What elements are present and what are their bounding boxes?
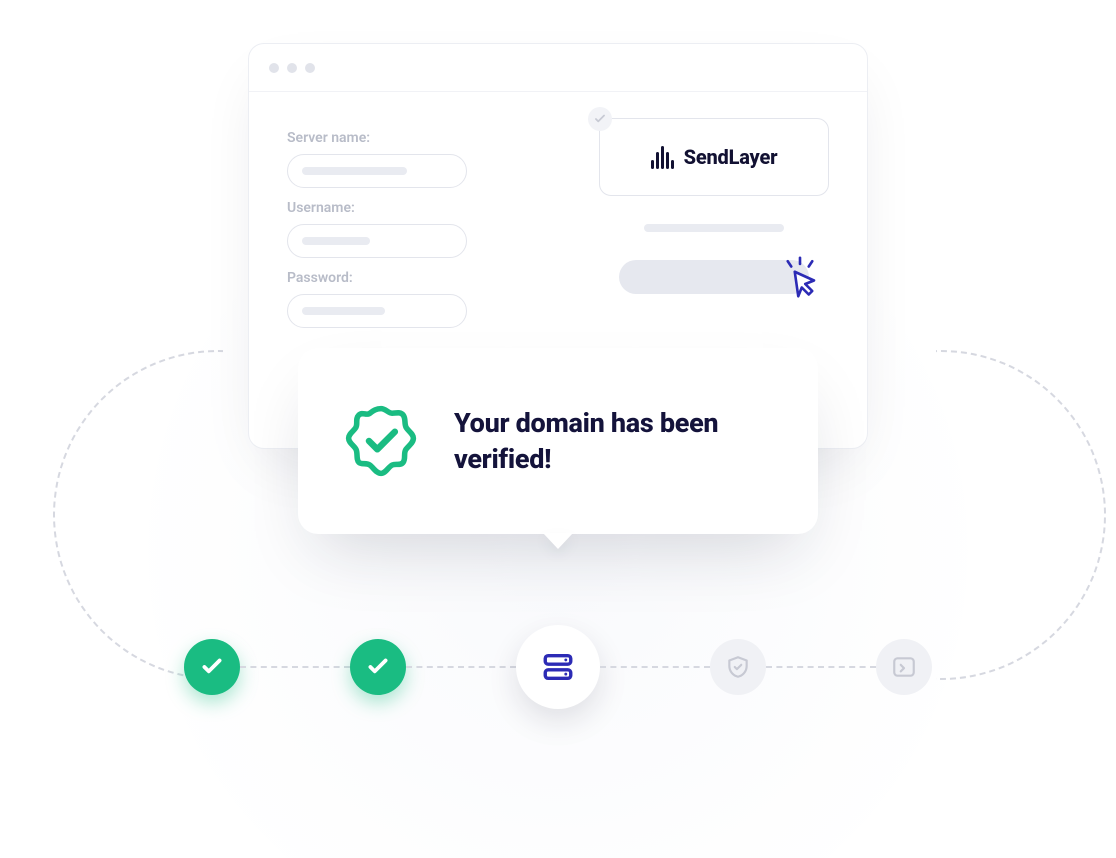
username-label: Username: <box>287 200 555 216</box>
username-input[interactable] <box>287 224 467 258</box>
track-segment <box>240 666 350 668</box>
window-dot <box>287 63 297 73</box>
verification-message: Your domain has been verified! <box>454 405 772 478</box>
placeholder-bar <box>302 237 370 245</box>
shield-check-icon <box>725 654 751 680</box>
verified-badge-icon <box>344 404 418 478</box>
track-segment <box>406 666 516 668</box>
check-badge-icon <box>588 107 612 131</box>
step-2[interactable] <box>350 639 406 695</box>
terminal-icon <box>891 654 917 680</box>
illustration-stage: Server name: Username: Password: SendLay… <box>0 0 1116 858</box>
window-dot <box>305 63 315 73</box>
step-1[interactable] <box>184 639 240 695</box>
server-icon <box>541 650 575 684</box>
server-name-input[interactable] <box>287 154 467 188</box>
progress-track <box>0 625 1116 709</box>
placeholder-bar <box>644 224 784 232</box>
server-name-label: Server name: <box>287 130 555 146</box>
window-dot <box>269 63 279 73</box>
check-icon <box>199 654 225 680</box>
cursor-click-icon <box>779 256 821 298</box>
check-icon <box>365 654 391 680</box>
provider-name: SendLayer <box>684 145 778 169</box>
password-label: Password: <box>287 270 555 286</box>
step-3-current[interactable] <box>516 625 600 709</box>
smtp-form: Server name: Username: Password: <box>287 118 555 328</box>
sendlayer-logo-icon <box>651 146 674 169</box>
browser-title-bar <box>249 44 867 92</box>
provider-column: SendLayer <box>599 118 829 328</box>
placeholder-bar <box>302 167 407 175</box>
step-5[interactable] <box>876 639 932 695</box>
provider-card[interactable]: SendLayer <box>599 118 829 196</box>
track-segment <box>600 666 710 668</box>
password-input[interactable] <box>287 294 467 328</box>
step-4[interactable] <box>710 639 766 695</box>
track-segment <box>766 666 876 668</box>
placeholder-bar <box>302 307 385 315</box>
verification-popup: Your domain has been verified! <box>298 348 818 534</box>
